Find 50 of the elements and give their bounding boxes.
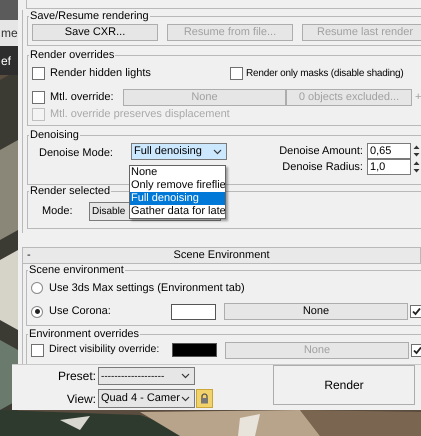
checkbox[interactable] [230, 66, 243, 80]
rollout-title: Scene Environment [172, 248, 270, 264]
caret-icon [181, 396, 190, 402]
group-title: Render overrides [29, 49, 116, 62]
field-label: View: [66, 390, 97, 408]
group-title: Render selected [29, 185, 112, 198]
checkbox-label: Render only masks (disable shading) [246, 66, 404, 80]
dropdown[interactable]: Full denoising [131, 143, 227, 160]
checkbox[interactable] [32, 66, 45, 80]
checkbox[interactable] [411, 344, 421, 356]
spinner-icon[interactable] [413, 160, 420, 174]
button[interactable]: None [224, 303, 408, 320]
number-field[interactable]: 1,0 [367, 159, 411, 175]
list-item[interactable]: Gather data for late [130, 205, 225, 218]
number-field[interactable]: 0,65 [367, 143, 411, 159]
checkbox[interactable] [31, 344, 44, 356]
lock-icon[interactable] [196, 389, 213, 408]
group-title: Denoising [29, 129, 80, 142]
dropdown[interactable]: ------------------- [98, 367, 195, 385]
checkbox-label: Mtl. override preserves displacement [50, 107, 230, 122]
checkbox-label: Direct visibility override: [49, 342, 160, 358]
collapse-icon[interactable]: - [27, 247, 35, 264]
radio-label: Use 3ds Max settings (Environment tab) [49, 280, 245, 296]
background-text: me [0, 27, 18, 39]
field-label: Denoise Amount: [278, 144, 364, 159]
caret-icon [213, 148, 222, 154]
checkbox[interactable] [410, 305, 421, 318]
render-button[interactable]: Render [273, 365, 415, 405]
radio-label: Use Corona: [49, 304, 112, 320]
color-swatch[interactable] [172, 343, 217, 357]
field-label: Denoise Mode: [39, 146, 114, 161]
group-title: Save/Resume rendering [29, 10, 150, 23]
radio-button[interactable] [31, 306, 43, 318]
checkbox-label: Mtl. override: [50, 90, 115, 106]
field-label: Mode: [42, 204, 74, 220]
caret-icon [181, 373, 190, 379]
radio-button[interactable] [31, 282, 43, 294]
list-item[interactable]: Only remove fireflie [130, 179, 225, 192]
spinner-icon[interactable] [413, 144, 420, 158]
group-title: Environment overrides [28, 328, 140, 341]
field-label: Denoise Radius: [281, 160, 364, 175]
list-item[interactable]: Full denoising [130, 192, 225, 205]
list-item[interactable]: None [130, 166, 225, 179]
color-swatch[interactable] [171, 304, 216, 320]
checkbox-label: Render hidden lights [50, 66, 152, 81]
dropdown[interactable]: Quad 4 - Camer [98, 389, 195, 408]
button[interactable]: Save CXR... [32, 24, 158, 41]
background-text: ef [0, 54, 12, 66]
field-label: Preset: [56, 368, 97, 385]
group-title: Scene environment [28, 264, 125, 277]
